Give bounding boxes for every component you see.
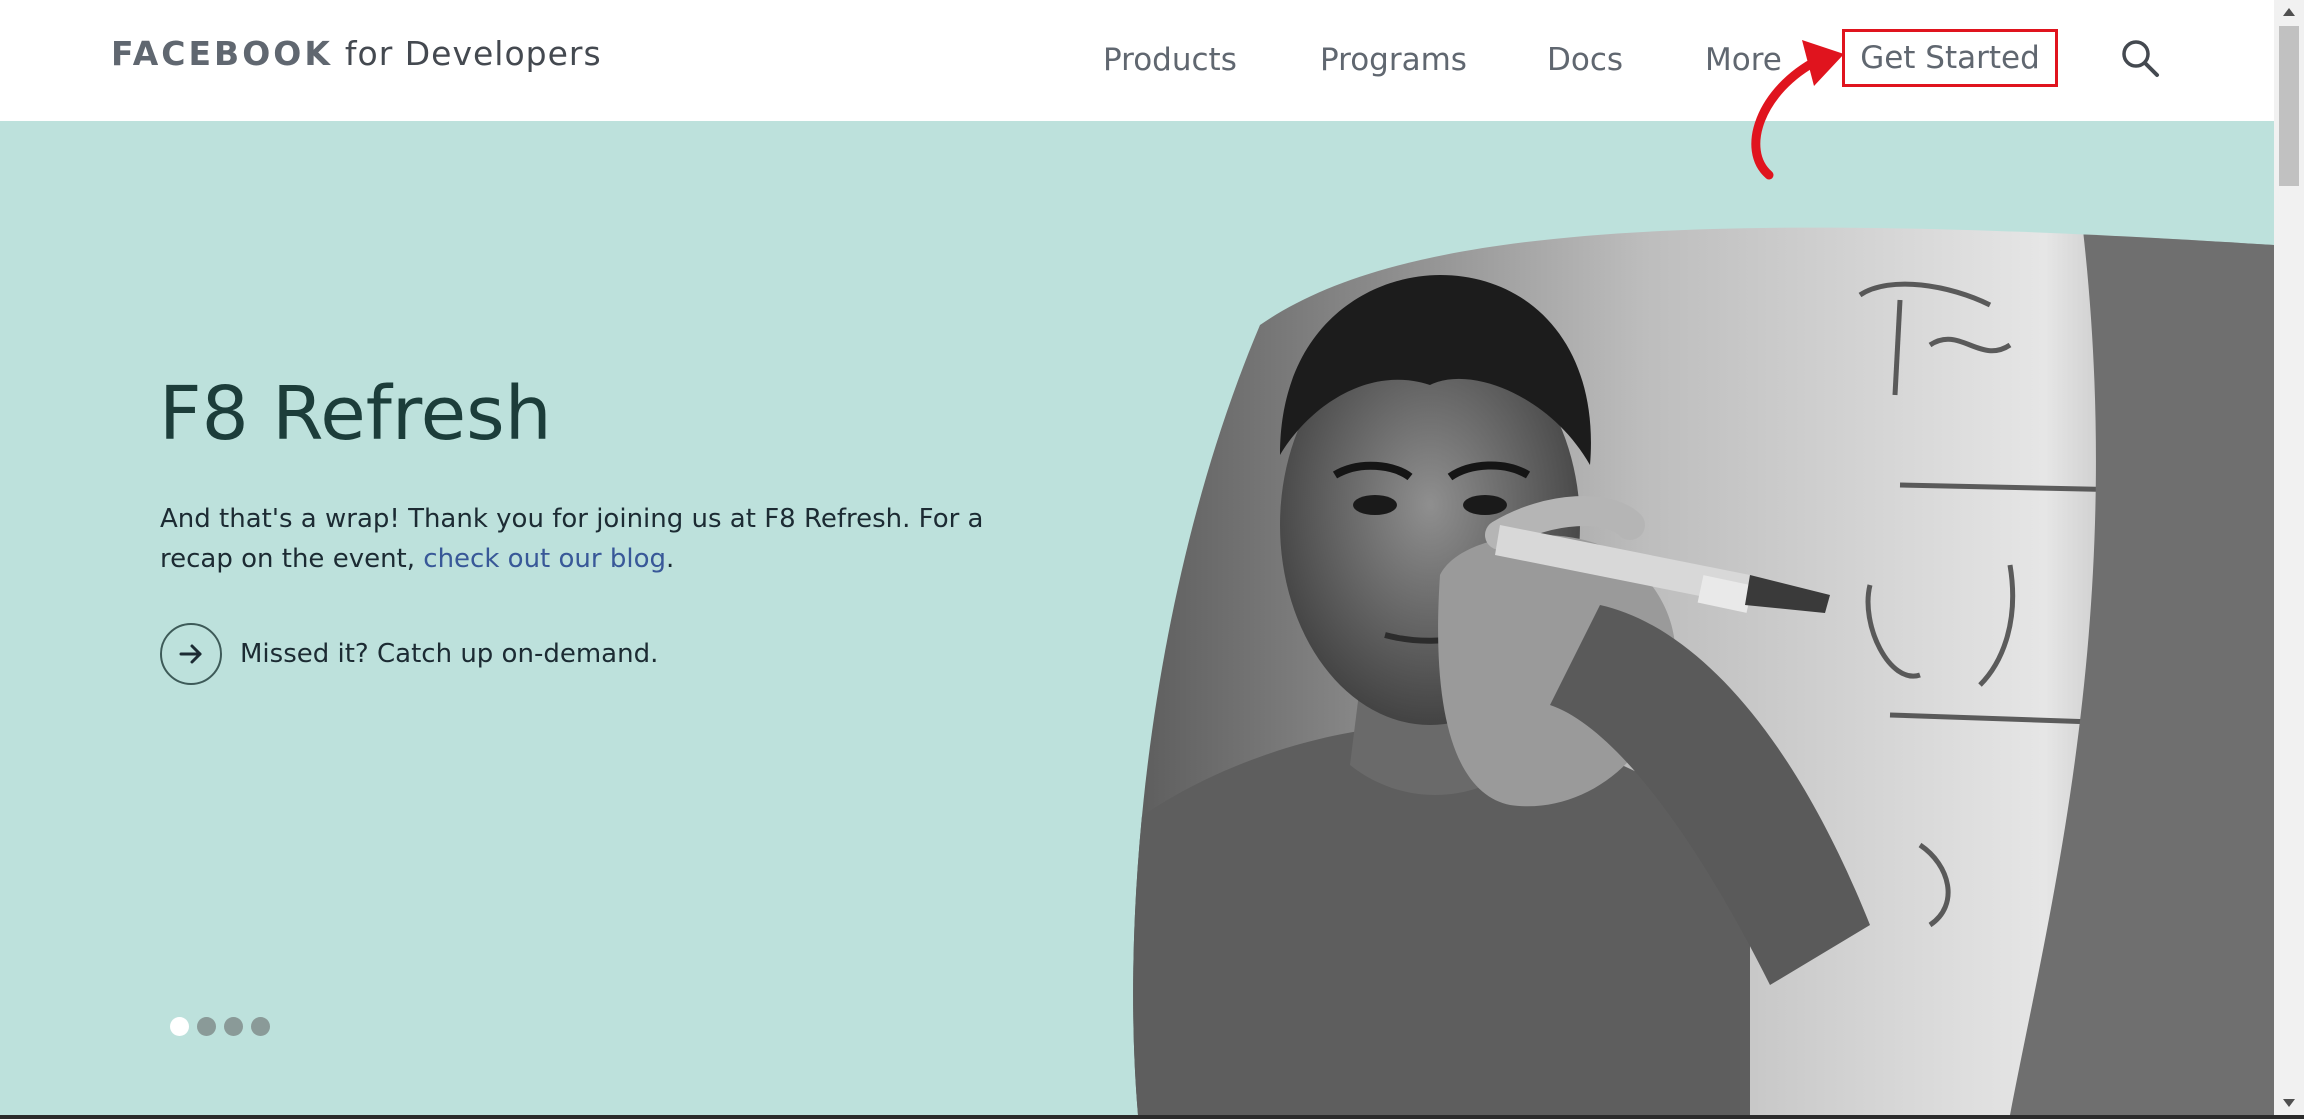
on-demand-link[interactable]: Missed it? Catch up on-demand. <box>160 623 658 685</box>
curved-red-arrow-icon <box>1751 40 1844 180</box>
scroll-up-arrow-icon[interactable] <box>2274 0 2304 24</box>
carousel-dot-4[interactable] <box>251 1017 270 1036</box>
window-bottom-edge <box>0 1115 2304 1119</box>
carousel-dot-3[interactable] <box>224 1017 243 1036</box>
on-demand-text: Missed it? Catch up on-demand. <box>240 639 659 669</box>
hero-description: And that's a wrap! Thank you for joining… <box>160 499 990 579</box>
hero-photo <box>1133 227 2274 1115</box>
hero-body-end: . <box>666 544 675 574</box>
blog-link[interactable]: check out our blog <box>423 544 666 574</box>
hero-title: F8 Refresh <box>159 371 552 457</box>
nav-products[interactable]: Products <box>1103 38 1237 82</box>
carousel-indicators <box>170 1017 270 1036</box>
hero-banner: F8 Refresh And that's a wrap! Thank you … <box>0 121 2274 1115</box>
arrow-right-icon[interactable] <box>160 623 222 685</box>
vertical-scrollbar[interactable] <box>2274 0 2304 1115</box>
scroll-down-arrow-icon[interactable] <box>2274 1091 2304 1115</box>
scrollbar-thumb[interactable] <box>2279 26 2299 186</box>
carousel-dot-2[interactable] <box>197 1017 216 1036</box>
search-icon[interactable] <box>2118 36 2162 80</box>
carousel-dot-1[interactable] <box>170 1017 189 1036</box>
nav-docs[interactable]: Docs <box>1547 38 1623 82</box>
get-started-button[interactable]: Get Started <box>1842 29 2058 87</box>
nav-programs[interactable]: Programs <box>1320 38 1467 82</box>
top-navigation: FACEBOOK for Developers Products Program… <box>0 0 2274 121</box>
